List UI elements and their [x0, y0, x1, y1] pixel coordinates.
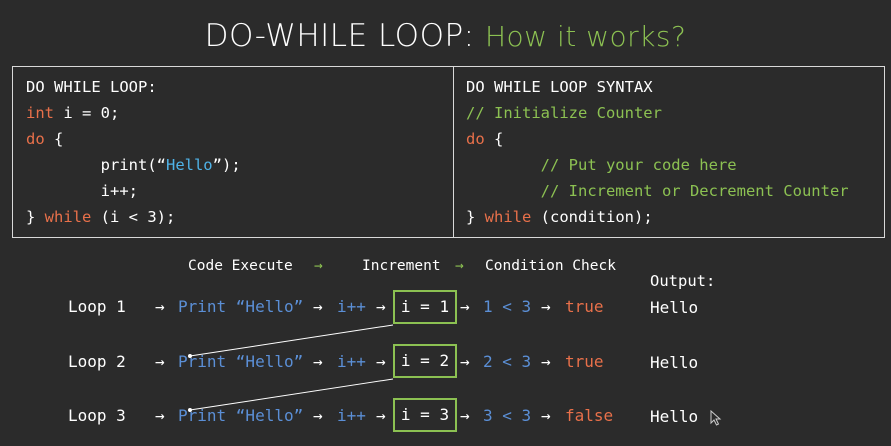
condition-result: true	[565, 352, 604, 371]
arrow-icon: →	[460, 352, 470, 371]
condition-expression: 2 < 3	[483, 352, 532, 371]
counter-value-box: i = 2	[393, 344, 457, 378]
increment-op: i++	[337, 406, 366, 425]
print-hello: Print “Hello”	[178, 352, 304, 371]
arrow-icon: →	[376, 406, 386, 425]
arrow-icon: →	[313, 352, 323, 371]
arrow-icon: →	[376, 297, 386, 316]
arrow-icon: →	[541, 297, 551, 316]
loop-label: Loop 1	[68, 297, 126, 316]
arrow-icon: →	[460, 406, 470, 425]
increment-op: i++	[337, 297, 366, 316]
arrow-icon: →	[155, 297, 165, 316]
arrow-icon: →	[313, 406, 323, 425]
output-value: Hello	[650, 353, 699, 372]
print-hello: Print “Hello”	[178, 406, 304, 425]
output-value: Hello	[650, 298, 699, 317]
arrow-icon: →	[541, 352, 551, 371]
arrow-icon: →	[460, 297, 470, 316]
loop-back-lines	[188, 324, 394, 412]
print-hello: Print “Hello”	[178, 297, 304, 316]
mouse-cursor-icon	[710, 410, 722, 426]
loop-label: Loop 3	[68, 406, 126, 425]
output-value: Hello	[650, 407, 699, 426]
counter-value-box: i = 3	[393, 398, 457, 432]
condition-expression: 1 < 3	[483, 297, 532, 316]
arrow-icon: →	[376, 352, 386, 371]
arrow-icon: →	[313, 297, 323, 316]
condition-result: true	[565, 297, 604, 316]
condition-result: false	[565, 406, 614, 425]
arrow-icon: →	[155, 406, 165, 425]
increment-op: i++	[337, 352, 366, 371]
loop-label: Loop 2	[68, 352, 126, 371]
arrow-icon: →	[541, 406, 551, 425]
counter-value-box: i = 1	[393, 290, 457, 324]
arrow-icon: →	[155, 352, 165, 371]
condition-expression: 3 < 3	[483, 406, 532, 425]
